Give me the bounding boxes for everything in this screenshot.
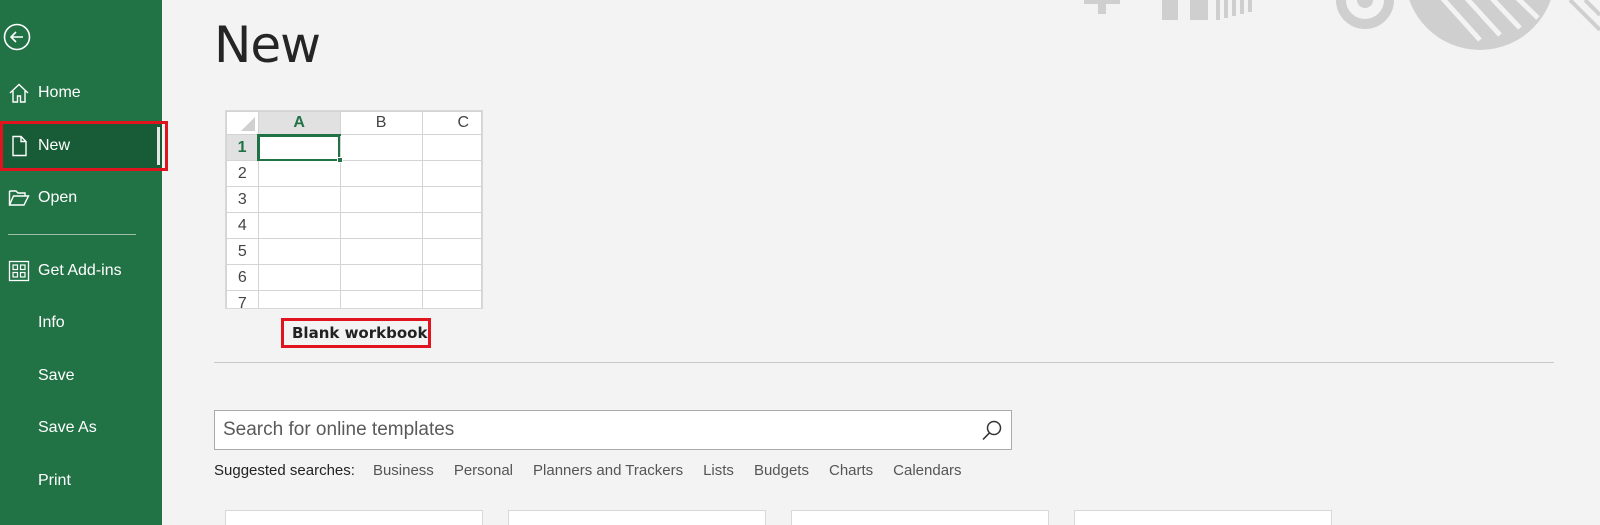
sidebar-item-info[interactable]: Info — [0, 300, 162, 346]
sidebar-item-new[interactable]: New — [0, 123, 162, 169]
suggested-search-charts[interactable]: Charts — [829, 462, 873, 479]
main-panel: New A B C 1 2 3 4 5 6 7 Blank workbook S… — [162, 0, 1600, 525]
sidebar-item-label: Print — [38, 472, 71, 489]
cell — [339, 134, 423, 161]
sidebar-item-home[interactable]: Home — [0, 70, 162, 116]
template-card[interactable] — [225, 510, 483, 525]
decorative-header-art — [1040, 0, 1600, 60]
row-header: 2 — [226, 160, 259, 187]
cell — [421, 238, 482, 265]
section-divider — [214, 362, 1554, 363]
add-ins-grid-icon — [0, 260, 38, 282]
sidebar-item-label: Get Add-ins — [38, 262, 122, 279]
spreadsheet-preview: A B C 1 2 3 4 5 6 7 — [226, 111, 482, 308]
cell — [257, 238, 341, 265]
row-header: 4 — [226, 212, 259, 239]
new-document-icon — [0, 135, 38, 157]
page-title: New — [214, 16, 321, 74]
sidebar-item-open[interactable]: Open — [0, 175, 162, 221]
cell — [257, 290, 341, 308]
back-button[interactable] — [2, 22, 32, 52]
sidebar-item-save[interactable]: Save — [0, 353, 162, 399]
column-header: B — [339, 111, 423, 135]
back-arrow-icon — [3, 23, 31, 51]
suggested-search-calendars[interactable]: Calendars — [893, 462, 961, 479]
row-header: 6 — [226, 264, 259, 291]
row-header: 3 — [226, 186, 259, 213]
suggested-search-personal[interactable]: Personal — [454, 462, 513, 479]
sidebar-item-label: Save — [38, 367, 75, 384]
suggested-search-business[interactable]: Business — [373, 462, 434, 479]
row-header: 7 — [226, 290, 259, 308]
cell — [421, 212, 482, 239]
blank-workbook-label[interactable]: Blank workbook — [281, 318, 431, 348]
cell — [257, 264, 341, 291]
search-button[interactable] — [979, 418, 1005, 444]
suggested-searches: Suggested searches: Business Personal Pl… — [214, 460, 982, 480]
search-input[interactable] — [215, 411, 975, 449]
cell — [421, 290, 482, 308]
row-header: 5 — [226, 238, 259, 265]
sidebar-item-get-add-ins[interactable]: Get Add-ins — [0, 248, 162, 294]
folder-open-icon — [0, 188, 38, 208]
backstage-sidebar: Home New Open Get Add-ins Info Save Save… — [0, 0, 168, 525]
fill-handle — [336, 157, 343, 163]
suggested-search-budgets[interactable]: Budgets — [754, 462, 809, 479]
cell — [421, 134, 482, 161]
sidebar-item-label: Open — [38, 189, 78, 206]
suggested-searches-label: Suggested searches: — [214, 461, 355, 479]
sidebar-item-label: Save As — [38, 419, 97, 436]
cell — [339, 212, 423, 239]
active-cell — [257, 134, 343, 163]
column-header: C — [421, 111, 482, 135]
sidebar-item-print[interactable]: Print — [0, 458, 162, 504]
row-header: 1 — [226, 134, 260, 161]
sidebar-item-label: New — [38, 137, 71, 154]
cell — [339, 160, 423, 187]
cell — [257, 186, 341, 213]
cell — [421, 160, 482, 187]
cell — [339, 186, 423, 213]
search-icon — [982, 420, 1002, 441]
cell — [257, 160, 341, 187]
home-icon — [0, 82, 38, 104]
sidebar-item-label: Home — [38, 84, 81, 101]
column-header: A — [257, 111, 341, 136]
template-card[interactable] — [791, 510, 1049, 525]
cell — [421, 264, 482, 291]
cell — [421, 186, 482, 213]
suggested-search-planners-and-trackers[interactable]: Planners and Trackers — [533, 462, 683, 479]
sidebar-divider — [8, 234, 136, 235]
blank-workbook-thumbnail[interactable]: A B C 1 2 3 4 5 6 7 — [225, 110, 483, 309]
suggested-search-lists[interactable]: Lists — [703, 462, 734, 479]
select-all-corner — [226, 111, 259, 135]
template-card[interactable] — [1074, 510, 1332, 525]
template-search-box — [214, 410, 1012, 450]
cell — [257, 212, 341, 239]
sidebar-item-label: Info — [38, 314, 65, 331]
cell — [339, 264, 423, 291]
sidebar-item-save-as[interactable]: Save As — [0, 405, 162, 451]
template-card[interactable] — [508, 510, 766, 525]
cell — [339, 238, 423, 265]
cell — [339, 290, 423, 308]
